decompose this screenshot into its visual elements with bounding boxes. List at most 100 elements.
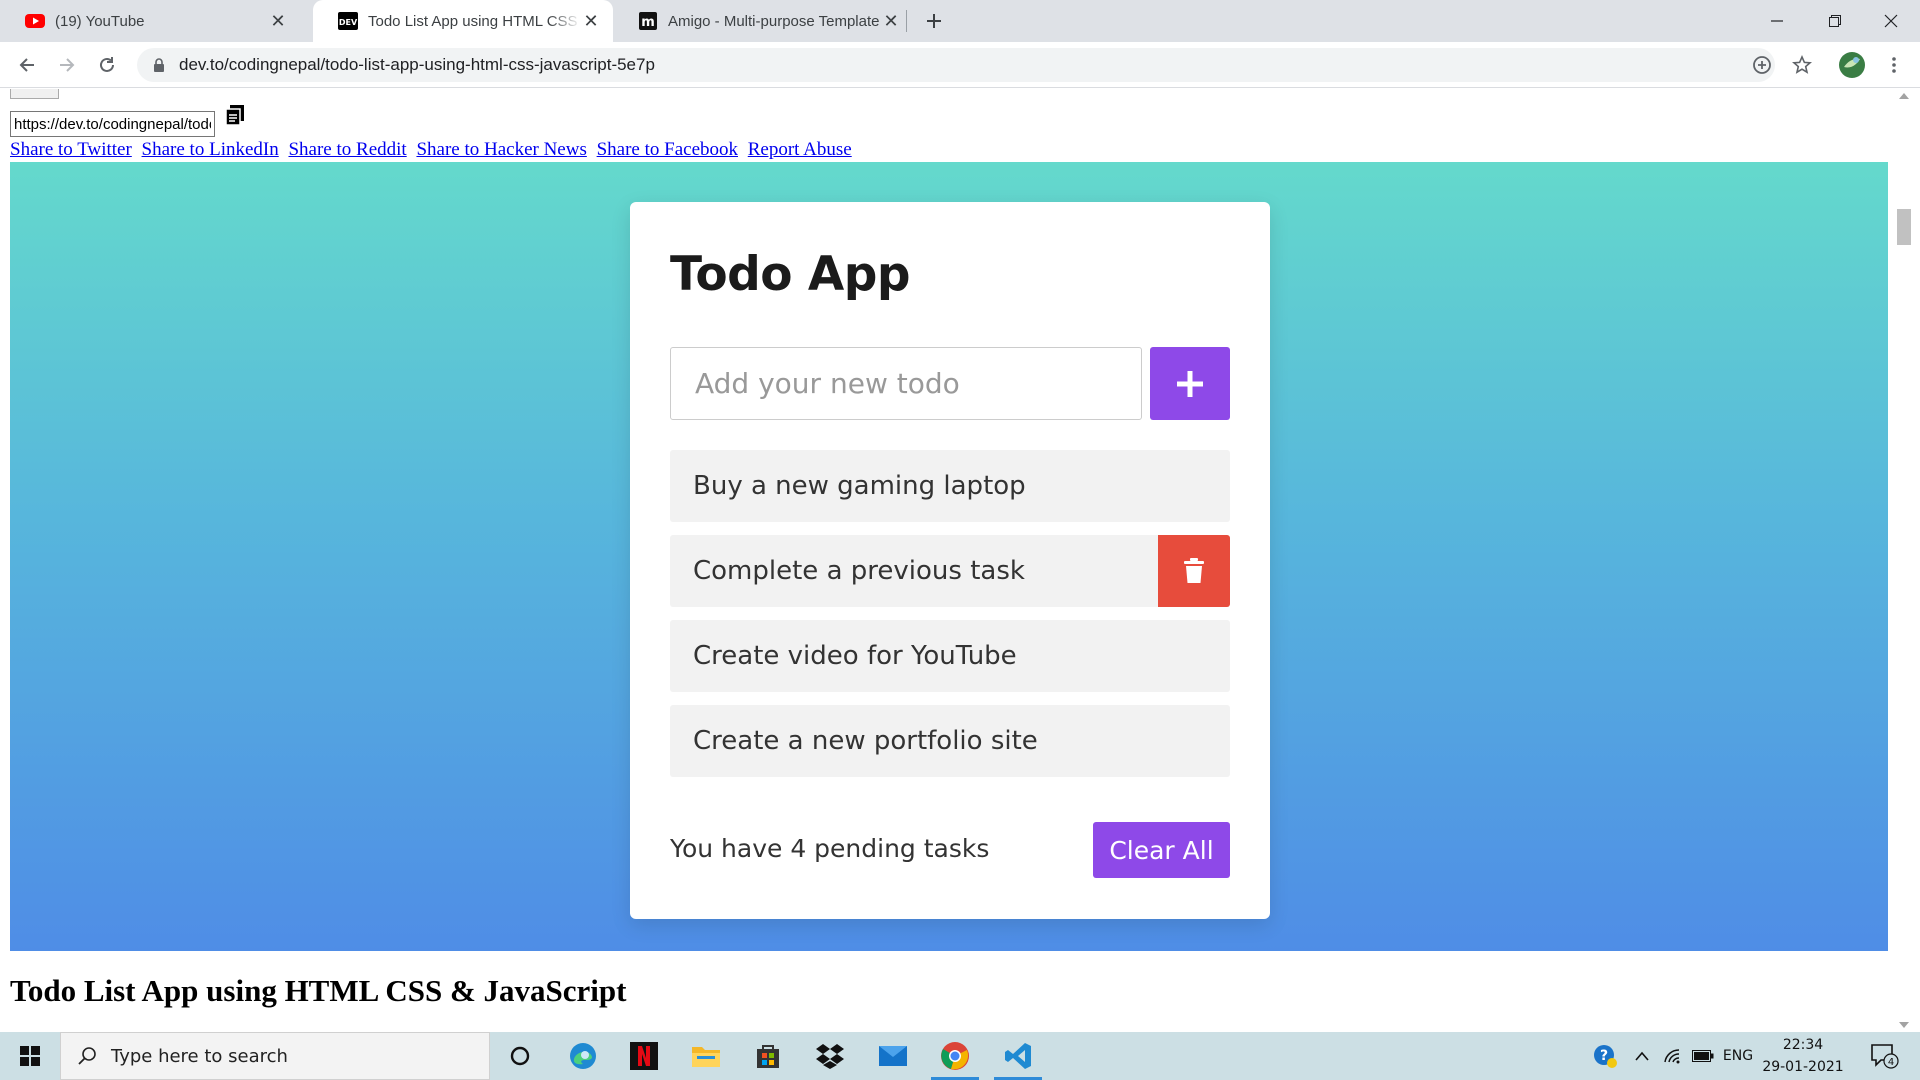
scroll-down-icon[interactable] bbox=[1899, 1022, 1909, 1028]
taskbar-chrome[interactable] bbox=[925, 1032, 985, 1080]
todo-item-text: Buy a new gaming laptop bbox=[693, 471, 1026, 501]
clock-time: 22:34 bbox=[1782, 1037, 1824, 1053]
svg-text:DEV: DEV bbox=[339, 18, 358, 27]
wifi-icon bbox=[1664, 1049, 1680, 1064]
tray-battery[interactable] bbox=[1690, 1032, 1716, 1080]
new-tab-button[interactable] bbox=[918, 7, 950, 35]
close-icon[interactable]: ✕ bbox=[881, 11, 901, 31]
clear-all-button[interactable]: Clear All bbox=[1093, 822, 1230, 878]
back-button[interactable] bbox=[11, 49, 43, 81]
todo-item[interactable]: Create a new portfolio site bbox=[670, 705, 1230, 777]
taskbar-file-explorer[interactable] bbox=[676, 1032, 736, 1080]
delete-todo-button[interactable] bbox=[1158, 535, 1230, 607]
share-reddit-link[interactable]: Share to Reddit bbox=[288, 139, 406, 160]
vscode-icon bbox=[1005, 1043, 1031, 1069]
cortana-button[interactable] bbox=[490, 1032, 550, 1080]
notification-count: 4 bbox=[1888, 1057, 1894, 1068]
tab-title: Todo List App using HTML CSS & JavaScrip… bbox=[368, 12, 581, 30]
taskbar-dropbox[interactable] bbox=[800, 1032, 860, 1080]
copy-icon[interactable] bbox=[224, 103, 248, 127]
clock-date: 29-01-2021 bbox=[1762, 1059, 1844, 1075]
scroll-up-icon[interactable] bbox=[1899, 93, 1909, 99]
close-icon[interactable]: ✕ bbox=[581, 11, 601, 31]
tab-title: Amigo - Multi-purpose Template bbox=[668, 12, 880, 30]
forward-button[interactable] bbox=[51, 49, 83, 81]
share-facebook-link[interactable]: Share to Facebook bbox=[597, 139, 738, 160]
report-abuse-link[interactable]: Report Abuse bbox=[748, 139, 852, 160]
windows-icon bbox=[20, 1046, 40, 1066]
todo-item[interactable]: Complete a previous task bbox=[670, 535, 1230, 607]
pending-tasks-count: You have 4 pending tasks bbox=[670, 834, 990, 863]
arrow-left-icon bbox=[19, 58, 34, 72]
share-hackernews-link[interactable]: Share to Hacker News bbox=[416, 139, 586, 160]
taskbar-netflix[interactable] bbox=[614, 1032, 674, 1080]
m-icon: m bbox=[638, 11, 658, 31]
profile-avatar[interactable] bbox=[1836, 49, 1868, 81]
taskbar-clock[interactable]: 22:34 29-01-2021 bbox=[1758, 1034, 1848, 1078]
dropbox-icon bbox=[816, 1044, 844, 1069]
lock-icon bbox=[154, 58, 164, 72]
share-twitter-link[interactable]: Share to Twitter bbox=[10, 139, 132, 160]
taskbar-search-box[interactable]: Type here to search bbox=[60, 1032, 490, 1080]
taskbar-edge[interactable] bbox=[553, 1032, 613, 1080]
address-bar[interactable]: dev.to/codingnepal/todo-list-app-using-h… bbox=[137, 48, 1775, 82]
battery-icon bbox=[1692, 1050, 1714, 1062]
minimize-button[interactable] bbox=[1748, 0, 1806, 42]
mail-icon bbox=[879, 1046, 907, 1066]
taskbar-mail[interactable] bbox=[863, 1032, 923, 1080]
share-links: Share to Twitter Share to LinkedIn Share… bbox=[10, 139, 852, 161]
share-url-input[interactable] bbox=[10, 111, 215, 137]
bookmark-button[interactable] bbox=[1786, 49, 1818, 81]
folder-icon bbox=[692, 1047, 720, 1067]
taskbar-vscode[interactable] bbox=[988, 1032, 1048, 1080]
more-vertical-icon bbox=[1892, 57, 1896, 73]
close-icon bbox=[1884, 14, 1898, 28]
avatar-icon bbox=[1839, 52, 1865, 78]
tab-youtube[interactable]: (19) YouTube ✕ bbox=[0, 0, 300, 42]
restore-button[interactable] bbox=[1806, 0, 1864, 42]
scrollbar-thumb[interactable] bbox=[1897, 209, 1911, 245]
browser-tab-strip: (19) YouTube ✕ DEV Todo List App using H… bbox=[0, 0, 1920, 42]
tab-dev-to[interactable]: DEV Todo List App using HTML CSS & JavaS… bbox=[313, 0, 613, 42]
windows-taskbar: Type here to search ? ENG 22:34 29-01-20… bbox=[0, 1032, 1920, 1080]
plus-icon bbox=[927, 14, 941, 28]
menu-button[interactable] bbox=[1878, 49, 1910, 81]
taskbar-store[interactable] bbox=[738, 1032, 798, 1080]
search-icon bbox=[78, 1047, 96, 1065]
tray-language[interactable]: ENG bbox=[1718, 1032, 1758, 1080]
reload-button[interactable] bbox=[91, 49, 123, 81]
install-app-button[interactable] bbox=[1746, 49, 1778, 81]
help-icon: ? bbox=[1594, 1045, 1617, 1068]
partial-button[interactable] bbox=[10, 89, 59, 99]
minimize-icon bbox=[1771, 20, 1783, 22]
page-viewport: Share to Twitter Share to LinkedIn Share… bbox=[0, 89, 1920, 1032]
notification-icon: 4 bbox=[1871, 1044, 1899, 1069]
tray-network[interactable] bbox=[1660, 1032, 1686, 1080]
tray-help[interactable]: ? bbox=[1590, 1032, 1620, 1080]
todo-input[interactable] bbox=[670, 347, 1142, 420]
edge-icon bbox=[570, 1043, 596, 1069]
share-linkedin-link[interactable]: Share to LinkedIn bbox=[142, 139, 279, 160]
svg-text:?: ? bbox=[1600, 1048, 1608, 1064]
page-scrollbar[interactable] bbox=[1888, 89, 1920, 1032]
tab-title: (19) YouTube bbox=[55, 12, 145, 30]
tray-show-hidden[interactable] bbox=[1630, 1032, 1654, 1080]
start-button[interactable] bbox=[0, 1032, 60, 1080]
todo-item-text: Complete a previous task bbox=[693, 556, 1025, 586]
todo-item[interactable]: Create video for YouTube bbox=[670, 620, 1230, 692]
article-cover-image: Todo App Buy a new gaming laptop Complet… bbox=[10, 162, 1888, 951]
dev-icon: DEV bbox=[338, 11, 358, 31]
chevron-up-icon bbox=[1635, 1051, 1649, 1061]
action-center-button[interactable]: 4 bbox=[1864, 1032, 1904, 1080]
cortana-icon bbox=[510, 1046, 530, 1066]
todo-item[interactable]: Buy a new gaming laptop bbox=[670, 450, 1230, 522]
todo-item-text: Create a new portfolio site bbox=[693, 726, 1038, 756]
reload-icon bbox=[100, 57, 114, 72]
add-todo-button[interactable] bbox=[1150, 347, 1230, 420]
tab-separator bbox=[906, 10, 907, 32]
close-icon[interactable]: ✕ bbox=[268, 11, 288, 31]
chrome-icon bbox=[941, 1042, 969, 1070]
close-window-button[interactable] bbox=[1862, 0, 1920, 42]
tab-amigo[interactable]: m Amigo - Multi-purpose Template ✕ bbox=[613, 0, 913, 42]
todo-app-card: Todo App Buy a new gaming laptop Complet… bbox=[630, 202, 1270, 919]
